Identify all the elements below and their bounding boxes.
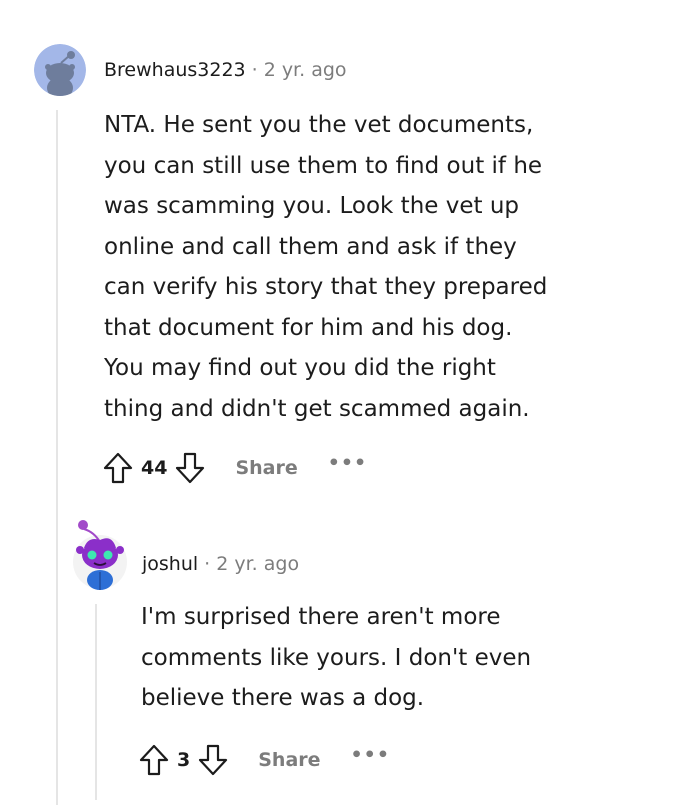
vote-score: 44 — [141, 457, 168, 479]
reddit-snoo-avatar-icon — [73, 520, 127, 590]
meta-separator: · — [251, 59, 258, 81]
timestamp[interactable]: 2 yr. ago — [216, 553, 299, 575]
comment-line: can verify his story that they prepared — [104, 274, 548, 300]
upvote-button[interactable] — [101, 450, 135, 486]
avatar[interactable] — [34, 44, 86, 96]
vote-score: 3 — [177, 749, 191, 771]
downvote-button[interactable] — [173, 450, 207, 486]
upvote-arrow-icon — [139, 744, 169, 776]
comment-line: you can still use them to find out if he — [104, 152, 543, 179]
thread-line-reply[interactable] — [95, 604, 97, 800]
comment-meta: Brewhaus3223 · 2 yr. ago — [104, 58, 347, 82]
comment-actions: 3 Share ••• — [137, 740, 390, 780]
upvote-arrow-icon — [103, 452, 133, 484]
reddit-snoo-avatar-icon — [34, 44, 86, 96]
comment-line: comments like yours. I don't even — [141, 644, 532, 671]
avatar[interactable] — [72, 518, 128, 592]
comment-line: I'm surprised there aren't more — [141, 604, 501, 630]
comment-line: online and call them and ask if they — [104, 233, 517, 260]
comment-line: that document for him and his dog. — [104, 314, 513, 341]
meta-separator: · — [204, 553, 211, 575]
comment-line: was scamming you. Look the vet up — [104, 193, 519, 219]
comment-body: I'm surprised there aren't more comments… — [141, 597, 686, 719]
comment-line: You may find out you did the right — [104, 355, 496, 381]
comment-line: thing and didn't get scammed again. — [104, 395, 530, 422]
comment-line: NTA. He sent you the vet documents, — [104, 112, 534, 138]
comment-meta: joshul · 2 yr. ago — [142, 552, 299, 576]
author-name[interactable]: Brewhaus3223 — [104, 59, 246, 81]
comment-line: believe there was a dog. — [141, 685, 425, 711]
upvote-button[interactable] — [137, 742, 171, 778]
share-button[interactable]: Share — [258, 749, 320, 771]
downvote-arrow-icon — [199, 744, 228, 776]
timestamp[interactable]: 2 yr. ago — [264, 59, 347, 81]
downvote-arrow-icon — [176, 452, 205, 484]
more-options-button[interactable]: ••• — [351, 744, 390, 766]
comment-actions: 44 Share ••• — [101, 448, 367, 488]
more-options-button[interactable]: ••• — [328, 452, 367, 474]
downvote-button[interactable] — [196, 742, 230, 778]
share-button[interactable]: Share — [235, 457, 297, 479]
comment-body: NTA. He sent you the vet documents, you … — [104, 105, 684, 429]
author-name[interactable]: joshul — [142, 553, 198, 575]
thread-line-top[interactable] — [56, 110, 58, 805]
